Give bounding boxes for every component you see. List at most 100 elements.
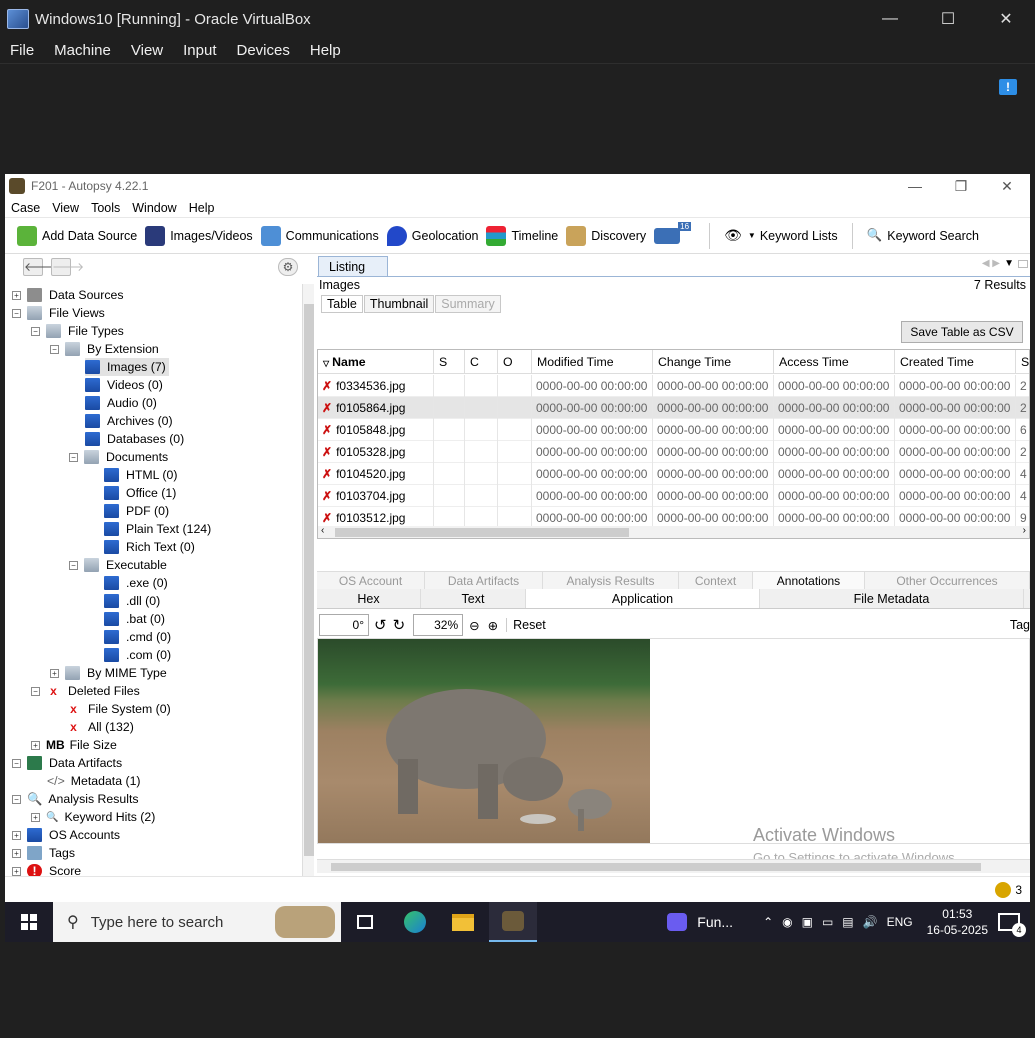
collapse-icon[interactable]: − — [31, 686, 40, 696]
menu-file[interactable]: File — [0, 42, 44, 59]
tab-other-occurrences[interactable]: Other Occurrences — [865, 572, 1030, 589]
zoom-field[interactable]: 32% — [413, 614, 464, 636]
column-header-name[interactable]: ▽ Name — [318, 350, 434, 374]
meet-icon[interactable]: ▣ — [802, 915, 813, 929]
notification-icon[interactable]: ! — [999, 79, 1017, 95]
viewer-horizontal-scrollbar[interactable] — [317, 859, 1030, 873]
expand-icon[interactable]: + — [12, 290, 21, 300]
column-header-c[interactable]: C — [465, 350, 498, 374]
tree-node-keyword-hits[interactable]: + 🔍 Keyword Hits (2) — [31, 808, 155, 826]
table-row[interactable]: ✗ f0105848.jpg 0000-00-00 00:00:00 0000-00-… — [318, 419, 1029, 441]
dropdown-arrow-icon[interactable]: ▼ — [1004, 258, 1014, 269]
tree-node-dll[interactable]: .dll (0) — [104, 592, 160, 610]
tree-node-archives[interactable]: Archives (0) — [85, 412, 173, 430]
app-icon[interactable] — [667, 913, 688, 931]
tab-nav-arrows-icon[interactable]: ◀ ▶ — [982, 258, 1000, 269]
scroll-left-icon[interactable]: ‹ — [321, 525, 324, 536]
start-button[interactable] — [5, 902, 53, 942]
collapse-icon[interactable]: − — [12, 794, 21, 804]
tree-node-bat[interactable]: .bat (0) — [104, 610, 165, 628]
tree-scrollbar[interactable] — [302, 284, 314, 876]
table-horizontal-scrollbar[interactable]: ‹ › — [318, 525, 1029, 538]
clock[interactable]: 01:53 16-05-2025 — [927, 906, 988, 938]
tab-analysis-results[interactable]: Analysis Results — [543, 572, 679, 589]
tab-summary[interactable]: Summary — [435, 295, 501, 313]
tree-node-os-accounts[interactable]: + OS Accounts — [12, 826, 120, 844]
tree-node-file-views[interactable]: − File Views — [12, 304, 105, 322]
tree-node-by-mime[interactable]: + By MIME Type — [50, 664, 167, 682]
language-indicator[interactable]: ENG — [887, 915, 913, 929]
back-arrow-icon[interactable]: 🡐 — [23, 258, 56, 276]
collapse-icon[interactable]: − — [31, 326, 40, 336]
keyword-search-button[interactable]: 🔍 Keyword Search — [863, 221, 983, 251]
add-data-source-button[interactable]: Add Data Source — [13, 221, 141, 251]
tab-listing[interactable]: Listing — [318, 256, 388, 276]
keyword-lists-button[interactable]: 👁 ▼ Keyword Lists — [720, 221, 842, 251]
menu-devices[interactable]: Devices — [227, 42, 300, 59]
rotate-right-icon[interactable]: ↻ — [393, 616, 406, 634]
autopsy-minimize-button[interactable]: — — [892, 174, 938, 198]
record-icon[interactable]: ◉ — [782, 915, 792, 929]
tree-node-com[interactable]: .com (0) — [104, 646, 171, 664]
autopsy-taskbar-button[interactable] — [489, 902, 537, 942]
tree-node-plain-text[interactable]: Plain Text (124) — [104, 520, 211, 538]
running-app-label[interactable]: Fun... — [697, 914, 733, 930]
tab-data-artifacts[interactable]: Data Artifacts — [425, 572, 543, 589]
communications-button[interactable]: Communications — [257, 221, 383, 251]
forward-arrow-icon[interactable]: 🡒 — [51, 258, 84, 276]
expand-icon[interactable]: + — [12, 830, 21, 840]
chevron-up-icon[interactable]: ⌃ — [763, 915, 773, 929]
minimize-button[interactable]: — — [861, 0, 919, 38]
menu-machine[interactable]: Machine — [44, 42, 121, 59]
notification-badge[interactable]: 3 — [995, 882, 1022, 898]
tree-node-score[interactable]: +! Score — [12, 862, 81, 876]
edge-button[interactable] — [391, 902, 439, 942]
menu-case[interactable]: Case — [5, 201, 46, 215]
column-header-o[interactable]: O — [498, 350, 532, 374]
tree-node-audio[interactable]: Audio (0) — [85, 394, 157, 412]
tree-node-rich-text[interactable]: Rich Text (0) — [104, 538, 195, 556]
file-explorer-button[interactable] — [439, 902, 487, 942]
table-row[interactable]: ✗ f0105864.jpg 0000-00-00 00:00:00 0000-00-… — [318, 397, 1029, 419]
expand-icon[interactable]: + — [12, 866, 21, 876]
rotation-field[interactable]: 0° — [319, 614, 369, 636]
maximize-icon[interactable] — [1018, 260, 1028, 268]
autopsy-close-button[interactable]: ✕ — [984, 174, 1030, 198]
column-header-created[interactable]: Created Time — [895, 350, 1016, 374]
menu-help[interactable]: Help — [300, 42, 351, 59]
tab-table[interactable]: Table — [321, 295, 363, 313]
collapse-icon[interactable]: − — [12, 308, 21, 318]
menu-input[interactable]: Input — [173, 42, 226, 59]
volume-icon[interactable]: 🔊 — [863, 915, 878, 929]
tab-text[interactable]: Text — [421, 589, 526, 608]
task-view-button[interactable] — [341, 902, 389, 942]
images-videos-button[interactable]: Images/Videos — [141, 221, 256, 251]
tab-context[interactable]: Context — [679, 572, 753, 589]
tree-node-file-system[interactable]: x File System (0) — [66, 700, 171, 718]
tab-file-metadata[interactable]: File Metadata — [760, 589, 1024, 608]
timeline-button[interactable]: Timeline — [482, 221, 562, 251]
tab-thumbnail[interactable]: Thumbnail — [363, 295, 435, 313]
tree-node-images[interactable]: Images (7) — [85, 358, 169, 376]
tree-node-tags[interactable]: + Tags — [12, 844, 75, 862]
scroll-thumb[interactable] — [335, 528, 629, 537]
tree-node-executable[interactable]: − Executable — [69, 556, 167, 574]
close-button[interactable]: ✕ — [977, 0, 1035, 38]
expand-icon[interactable]: + — [50, 668, 59, 678]
menu-window[interactable]: Window — [126, 201, 182, 215]
tree-node-videos[interactable]: Videos (0) — [85, 376, 163, 394]
tree-node-office[interactable]: Office (1) — [104, 484, 176, 502]
table-row[interactable]: ✗ f0105328.jpg 0000-00-00 00:00:00 0000-00-… — [318, 441, 1029, 463]
reset-button[interactable]: Reset — [506, 618, 546, 632]
column-header-s[interactable]: S — [434, 350, 465, 374]
network-icon[interactable]: ▤ — [842, 915, 853, 929]
column-header-size[interactable]: S — [1016, 350, 1029, 374]
tree-node-data-artifacts[interactable]: − Data Artifacts — [12, 754, 122, 772]
tree-node-metadata[interactable]: </> Metadata (1) — [47, 772, 141, 790]
tab-application[interactable]: Application — [526, 589, 760, 608]
scroll-right-icon[interactable]: › — [1023, 525, 1026, 536]
taskbar-search[interactable]: ⚲ Type here to search — [53, 902, 341, 942]
zoom-out-icon[interactable]: ⊖ — [469, 618, 479, 633]
rotate-left-icon[interactable]: ↺ — [374, 616, 387, 634]
zoom-in-icon[interactable]: ⊕ — [488, 618, 498, 633]
